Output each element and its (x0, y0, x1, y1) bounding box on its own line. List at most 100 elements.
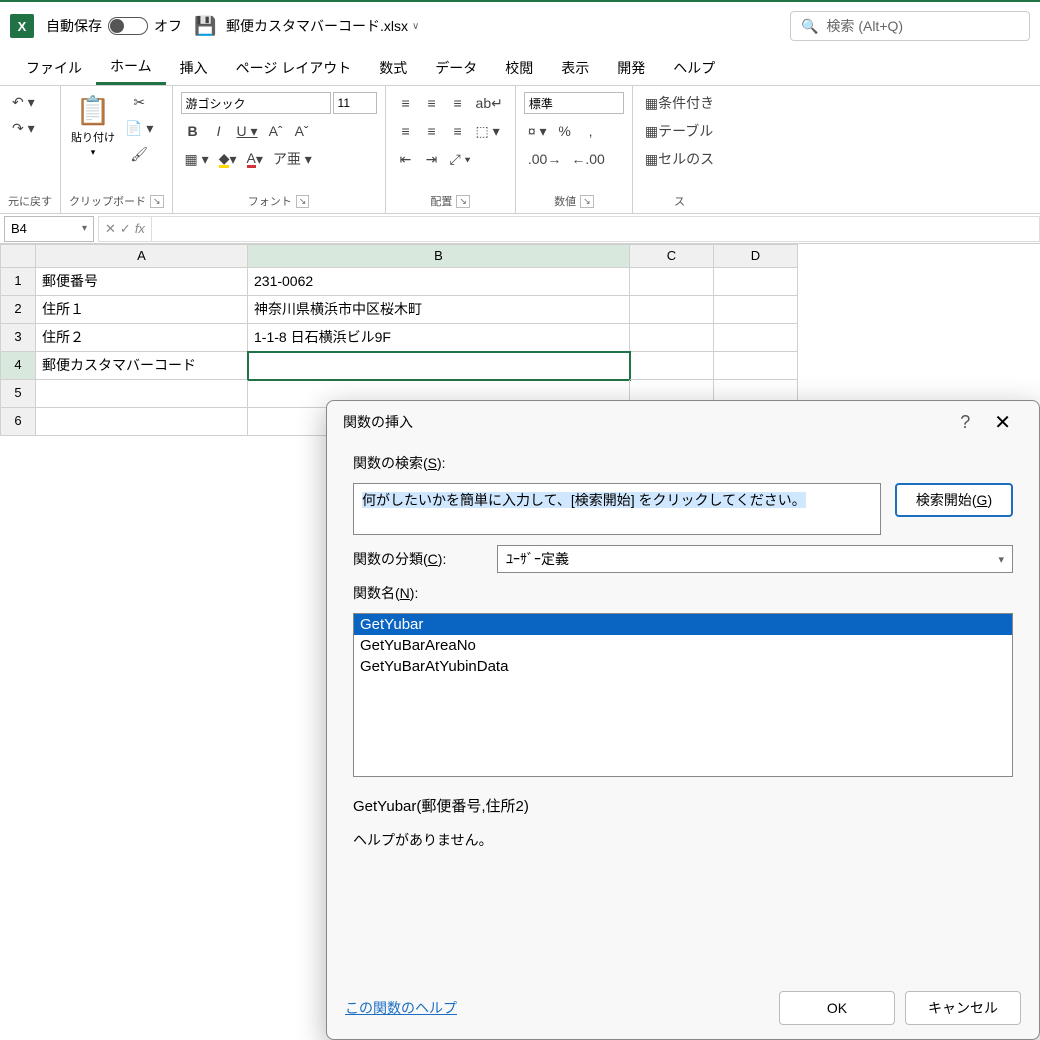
save-icon[interactable]: 💾 (194, 16, 214, 36)
decrease-decimal-button[interactable]: ←.00 (567, 147, 608, 171)
cell-a5[interactable] (36, 380, 248, 408)
dialog-close-icon[interactable]: ✕ (982, 410, 1023, 435)
tab-data[interactable]: データ (421, 52, 491, 84)
indent-decrease-button[interactable]: ⇤ (394, 147, 418, 171)
fx-icon[interactable]: fx (135, 221, 145, 236)
align-center-button[interactable]: ≡ (420, 119, 444, 143)
shrink-font-button[interactable]: Aˇ (290, 119, 314, 143)
chevron-down-icon[interactable]: ∨ (412, 21, 419, 32)
align-middle-button[interactable]: ≡ (420, 91, 444, 115)
fill-color-button[interactable]: ◆ ▾ (215, 147, 241, 171)
cell-b3[interactable]: 1-1-8 日石横浜ビル9F (248, 324, 630, 352)
cell-d1[interactable] (714, 268, 798, 296)
font-name-select[interactable] (181, 92, 331, 114)
cell-d2[interactable] (714, 296, 798, 324)
border-button[interactable]: ▦ ▾ (181, 147, 213, 171)
alignment-launcher[interactable]: ↘ (456, 195, 470, 208)
cell-a4[interactable]: 郵便カスタマバーコード (36, 352, 248, 380)
format-painter-button[interactable]: 🖌 (121, 142, 157, 166)
search-go-button[interactable]: 検索開始(G) (895, 483, 1013, 517)
cell-a1[interactable]: 郵便番号 (36, 268, 248, 296)
function-search-input[interactable]: 何がしたいかを簡単に入力して、[検索開始] をクリックしてください。 (353, 483, 881, 535)
function-help-link[interactable]: この関数のヘルプ (345, 998, 769, 1018)
cell-c3[interactable] (630, 324, 714, 352)
row-header-1[interactable]: 1 (0, 268, 36, 296)
select-all-corner[interactable] (0, 244, 36, 268)
function-list-item[interactable]: GetYuBarAreaNo (354, 635, 1012, 656)
clipboard-launcher[interactable]: ↘ (150, 195, 164, 208)
paste-button[interactable]: 📋 貼り付け ▾ (69, 90, 117, 162)
function-list-item[interactable]: GetYuBarAtYubinData (354, 656, 1012, 677)
formula-input[interactable] (152, 216, 1040, 242)
tab-file[interactable]: ファイル (12, 52, 96, 84)
redo-button[interactable]: ↷ ▾ (8, 116, 39, 140)
font-launcher[interactable]: ↘ (296, 195, 310, 208)
cell-b4[interactable] (248, 352, 630, 380)
toggle-switch-icon[interactable] (108, 17, 148, 35)
font-color-button[interactable]: A ▾ (243, 147, 267, 171)
percent-button[interactable]: % (553, 119, 577, 143)
tab-page-layout[interactable]: ページ レイアウト (222, 52, 366, 84)
category-select[interactable]: ﾕｰｻﾞｰ定義 ▾ (497, 545, 1013, 573)
cell-b1[interactable]: 231-0062 (248, 268, 630, 296)
cell-c1[interactable] (630, 268, 714, 296)
comma-button[interactable]: , (579, 119, 603, 143)
undo-button[interactable]: ↶ ▾ (8, 90, 39, 114)
cell-d3[interactable] (714, 324, 798, 352)
tab-view[interactable]: 表示 (547, 52, 603, 84)
cut-button[interactable]: ✂ (121, 90, 157, 114)
italic-button[interactable]: I (207, 119, 231, 143)
dialog-title-bar[interactable]: 関数の挿入 ? ✕ (327, 401, 1039, 443)
row-header-2[interactable]: 2 (0, 296, 36, 324)
format-table-button[interactable]: ▦ テーブル (641, 119, 717, 143)
col-header-a[interactable]: A (36, 244, 248, 268)
number-launcher[interactable]: ↘ (580, 195, 594, 208)
ok-button[interactable]: OK (779, 991, 895, 1025)
cell-a2[interactable]: 住所１ (36, 296, 248, 324)
align-right-button[interactable]: ≡ (446, 119, 470, 143)
currency-button[interactable]: ¤ ▾ (524, 119, 551, 143)
cell-c4[interactable] (630, 352, 714, 380)
tab-review[interactable]: 校閲 (491, 52, 547, 84)
enter-formula-icon[interactable]: ✓ (120, 221, 131, 237)
row-header-3[interactable]: 3 (0, 324, 36, 352)
tab-developer[interactable]: 開発 (603, 52, 659, 84)
autosave-toggle[interactable]: 自動保存 オフ (46, 16, 182, 36)
align-left-button[interactable]: ≡ (394, 119, 418, 143)
col-header-c[interactable]: C (630, 244, 714, 268)
tab-formulas[interactable]: 数式 (365, 52, 421, 84)
function-list-item[interactable]: GetYubar (354, 614, 1012, 635)
copy-button[interactable]: 📄 ▾ (121, 116, 157, 140)
cancel-button[interactable]: キャンセル (905, 991, 1021, 1025)
cancel-formula-icon[interactable]: ✕ (105, 221, 116, 237)
indent-increase-button[interactable]: ⇥ (420, 147, 444, 171)
wrap-text-button[interactable]: ab↵ (472, 91, 507, 115)
tab-help[interactable]: ヘルプ (659, 52, 729, 84)
cell-d4[interactable] (714, 352, 798, 380)
grow-font-button[interactable]: Aˆ (264, 119, 288, 143)
row-header-4[interactable]: 4 (0, 352, 36, 380)
col-header-b[interactable]: B (248, 244, 630, 268)
dialog-help-icon[interactable]: ? (948, 412, 982, 433)
cell-a6[interactable] (36, 408, 248, 436)
align-bottom-button[interactable]: ≡ (446, 91, 470, 115)
number-format-select[interactable] (524, 92, 624, 114)
underline-button[interactable]: U ▾ (233, 119, 262, 143)
conditional-format-button[interactable]: ▦ 条件付き (641, 91, 718, 115)
cell-a3[interactable]: 住所２ (36, 324, 248, 352)
phonetic-button[interactable]: ア亜 ▾ (269, 147, 316, 171)
cell-c2[interactable] (630, 296, 714, 324)
cell-styles-button[interactable]: ▦ セルのス (641, 147, 718, 171)
row-header-5[interactable]: 5 (0, 380, 36, 408)
filename[interactable]: 郵便カスタマバーコード.xlsx ∨ (226, 16, 419, 36)
tab-home[interactable]: ホーム (96, 50, 166, 85)
bold-button[interactable]: B (181, 119, 205, 143)
row-header-6[interactable]: 6 (0, 408, 36, 436)
orientation-button[interactable]: ⤢ ▾ (446, 147, 475, 171)
font-size-select[interactable] (333, 92, 377, 114)
tab-insert[interactable]: 挿入 (166, 52, 222, 84)
cell-b2[interactable]: 神奈川県横浜市中区桜木町 (248, 296, 630, 324)
increase-decimal-button[interactable]: .00→ (524, 147, 565, 171)
function-list[interactable]: GetYubar GetYuBarAreaNo GetYuBarAtYubinD… (353, 613, 1013, 777)
chevron-down-icon[interactable]: ▾ (82, 223, 87, 234)
